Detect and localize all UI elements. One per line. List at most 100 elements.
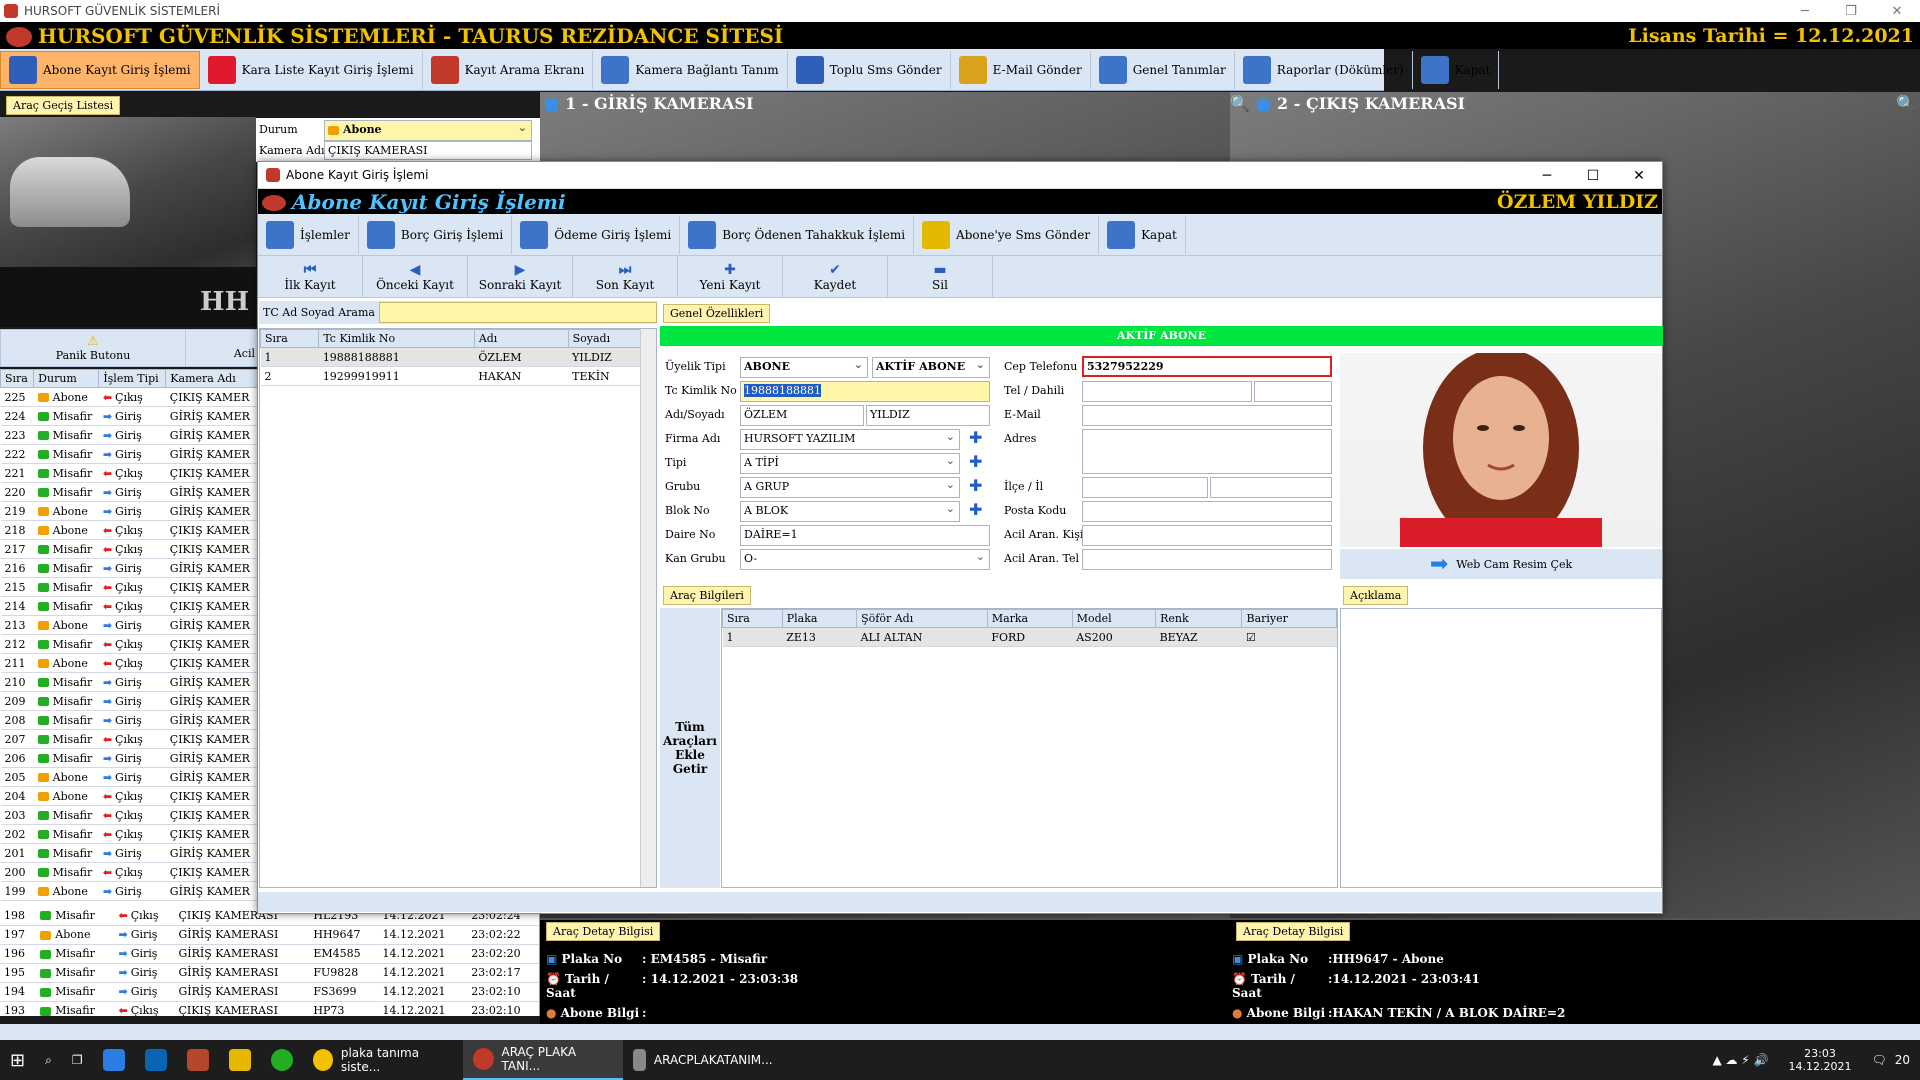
table-row[interactable]: 193 Misafir ⬅ Çıkış ÇIKIŞ KAMERASI HP73 14.12.… xyxy=(0,1001,539,1016)
vehicle-row[interactable]: 1 ZE13 ALI ALTAN FORD AS200 BEYAZ ☑ xyxy=(722,627,1337,647)
note-field[interactable] xyxy=(1340,608,1662,888)
apartment-field[interactable]: DAİRE=1 xyxy=(740,525,990,546)
table-row[interactable]: 217 Misafir ⬅ Çıkış ÇIKIŞ KAMER xyxy=(0,539,258,559)
table-row[interactable]: 209 Misafir ➡ Giriş GİRİŞ KAMER xyxy=(0,691,258,711)
email-field[interactable] xyxy=(1082,405,1332,426)
nav-button-6[interactable]: ▬ Sil xyxy=(888,256,993,297)
table-row[interactable]: 219 Abone ➡ Giriş GİRİŞ KAMER xyxy=(0,501,258,521)
clock[interactable]: 23:03 14.12.2021 xyxy=(1779,1040,1862,1080)
taskbar-item-plaka[interactable]: ARAÇ PLAKA TANI... xyxy=(462,1040,623,1080)
emergency-phone-field[interactable] xyxy=(1082,549,1332,570)
dialog-tool-2[interactable]: Ödeme Giriş İşlemi xyxy=(512,215,681,254)
dialog-close-icon[interactable]: ✕ xyxy=(1616,162,1662,189)
extension-field[interactable] xyxy=(1254,381,1332,402)
toolbar-button-5[interactable]: E-Mail Gönder xyxy=(951,50,1091,89)
column-header[interactable]: Adı xyxy=(473,329,569,348)
table-row[interactable]: 208 Misafir ➡ Giriş GİRİŞ KAMER xyxy=(0,710,258,730)
last-name-field[interactable]: YILDIZ xyxy=(866,405,990,426)
cell-barrier[interactable]: ☑ xyxy=(1241,627,1337,647)
column-header[interactable]: Sıra xyxy=(722,609,783,628)
column-header[interactable]: Şöför Adı xyxy=(856,609,988,628)
group-select[interactable]: A GRUP xyxy=(740,477,960,498)
type-select[interactable]: A TİPİ xyxy=(740,453,960,474)
table-row[interactable]: 199 Abone ➡ Giriş GİRİŞ KAMER xyxy=(0,881,258,901)
close-icon[interactable]: ✕ xyxy=(1874,0,1920,22)
add-type-icon[interactable]: ✚ xyxy=(969,452,982,471)
table-row[interactable]: 195 Misafir ➡ Giriş GİRİŞ KAMERASI FU9828 14.1… xyxy=(0,963,539,983)
webcam-capture-button[interactable]: ➡ Web Cam Resim Çek xyxy=(1340,549,1662,579)
column-header[interactable]: Durum xyxy=(33,369,100,388)
table-row[interactable]: 223 Misafir ➡ Giriş GİRİŞ KAMER xyxy=(0,425,258,445)
dialog-tool-4[interactable]: Abone'ye Sms Gönder xyxy=(914,215,1100,254)
nav-button-2[interactable]: ▶ Sonraki Kayıt xyxy=(468,256,573,297)
table-row[interactable]: 225 Abone ⬅ Çıkış ÇIKIŞ KAMER xyxy=(0,387,258,407)
subscriber-row[interactable]: 1 19888188881 ÖZLEM YILDIZ xyxy=(260,347,656,367)
table-row[interactable]: 205 Abone ➡ Giriş GİRİŞ KAMER xyxy=(0,767,258,787)
acil-button[interactable]: Acil xyxy=(186,330,259,366)
table-row[interactable]: 196 Misafir ➡ Giriş GİRİŞ KAMERASI EM4585 14.1… xyxy=(0,944,539,964)
table-row[interactable]: 216 Misafir ➡ Giriş GİRİŞ KAMER xyxy=(0,558,258,578)
nav-button-4[interactable]: ✚ Yeni Kayıt xyxy=(678,256,783,297)
pinned-app-1[interactable] xyxy=(93,1040,135,1080)
system-tray[interactable]: ▲ ☁ ⚡ 🔊 xyxy=(1702,1040,1778,1080)
phone-field[interactable] xyxy=(1082,381,1252,402)
membership-type-select[interactable]: ABONE xyxy=(740,357,868,378)
search-input[interactable] xyxy=(378,302,657,323)
table-row[interactable]: 215 Misafir ⬅ Çıkış ÇIKIŞ KAMER xyxy=(0,577,258,597)
nav-button-1[interactable]: ◀ Önceki Kayıt xyxy=(363,256,468,297)
tab-genel-ozellikleri[interactable]: Genel Özellikleri xyxy=(663,304,771,323)
restore-icon[interactable]: ❐ xyxy=(1828,0,1874,22)
table-row[interactable]: 221 Misafir ⬅ Çıkış ÇIKIŞ KAMER xyxy=(0,463,258,483)
pinned-app-5[interactable] xyxy=(261,1040,303,1080)
pinned-7zip[interactable] xyxy=(219,1040,261,1080)
table-row[interactable]: 206 Misafir ➡ Giriş GİRİŞ KAMER xyxy=(0,748,258,768)
search-button[interactable]: ⌕ xyxy=(35,1040,62,1080)
camera-name-field[interactable]: ÇIKIŞ KAMERASI xyxy=(324,141,532,160)
pinned-app-3[interactable] xyxy=(177,1040,219,1080)
block-select[interactable]: A BLOK xyxy=(740,501,960,522)
list-scrollbar[interactable] xyxy=(640,329,656,887)
column-header[interactable]: Renk xyxy=(1155,609,1243,628)
minimize-icon[interactable]: ─ xyxy=(1782,0,1828,22)
nav-button-3[interactable]: ⏭ Son Kayıt xyxy=(573,256,678,297)
toolbar-button-7[interactable]: Raporlar (Dökümler) xyxy=(1235,50,1413,89)
tab-arac-gecis-listesi[interactable]: Araç Geçiş Listesi xyxy=(6,96,121,115)
toolbar-button-1[interactable]: Kara Liste Kayıt Giriş İşlemi xyxy=(200,50,423,89)
column-header[interactable]: Tc Kimlik No xyxy=(318,329,475,348)
toolbar-button-4[interactable]: Toplu Sms Gönder xyxy=(788,50,951,89)
tc-field[interactable]: 19888188881 xyxy=(740,381,990,402)
toolbar-button-0[interactable]: Abone Kayıt Giriş İşlemi xyxy=(0,50,200,89)
city-field[interactable] xyxy=(1210,477,1332,498)
task-view-button[interactable]: ❐ xyxy=(62,1040,93,1080)
subscriber-row[interactable]: 2 19299919911 HAKAN TEKİN xyxy=(260,366,656,386)
toolbar-button-2[interactable]: Kayıt Arama Ekranı xyxy=(423,50,594,89)
table-row[interactable]: 214 Misafir ⬅ Çıkış ÇIKIŞ KAMER xyxy=(0,596,258,616)
dialog-tool-5[interactable]: Kapat xyxy=(1099,215,1186,254)
address-field[interactable] xyxy=(1082,429,1332,474)
table-row[interactable]: 200 Misafir ⬅ Çıkış ÇIKIŞ KAMER xyxy=(0,862,258,882)
blood-type-select[interactable]: O- xyxy=(740,549,990,570)
dialog-tool-1[interactable]: Borç Giriş İşlemi xyxy=(359,215,513,254)
zoom-icon-right[interactable]: 🔍 xyxy=(1896,94,1916,113)
dialog-maximize-icon[interactable]: ☐ xyxy=(1570,162,1616,189)
nav-button-0[interactable]: ⏮ İlk Kayıt xyxy=(258,256,363,297)
pinned-outlook[interactable] xyxy=(135,1040,177,1080)
toolbar-button-3[interactable]: Kamera Bağlantı Tanım xyxy=(593,50,788,89)
column-header[interactable]: Sıra xyxy=(0,369,35,388)
column-header[interactable]: Bariyer xyxy=(1241,609,1337,628)
dialog-tool-0[interactable]: İşlemler xyxy=(258,215,359,254)
table-row[interactable]: 202 Misafir ⬅ Çıkış ÇIKIŞ KAMER xyxy=(0,824,258,844)
tab-aciklama[interactable]: Açıklama xyxy=(1343,586,1409,605)
table-row[interactable]: 222 Misafir ➡ Giriş GİRİŞ KAMER xyxy=(0,444,258,464)
table-row[interactable]: 213 Abone ➡ Giriş GİRİŞ KAMER xyxy=(0,615,258,635)
table-row[interactable]: 204 Abone ⬅ Çıkış ÇIKIŞ KAMER xyxy=(0,786,258,806)
district-field[interactable] xyxy=(1082,477,1208,498)
add-block-icon[interactable]: ✚ xyxy=(969,500,982,519)
tab-arac-bilgileri[interactable]: Araç Bilgileri xyxy=(663,586,751,605)
column-header[interactable]: Model xyxy=(1071,609,1157,628)
table-row[interactable]: 201 Misafir ➡ Giriş GİRİŞ KAMER xyxy=(0,843,258,863)
column-header[interactable]: Kamera Adı xyxy=(165,369,258,388)
toolbar-button-6[interactable]: Genel Tanımlar xyxy=(1091,50,1235,89)
company-select[interactable]: HURSOFT YAZILIM xyxy=(740,429,960,450)
column-header[interactable]: İşlem Tipi xyxy=(98,369,167,388)
